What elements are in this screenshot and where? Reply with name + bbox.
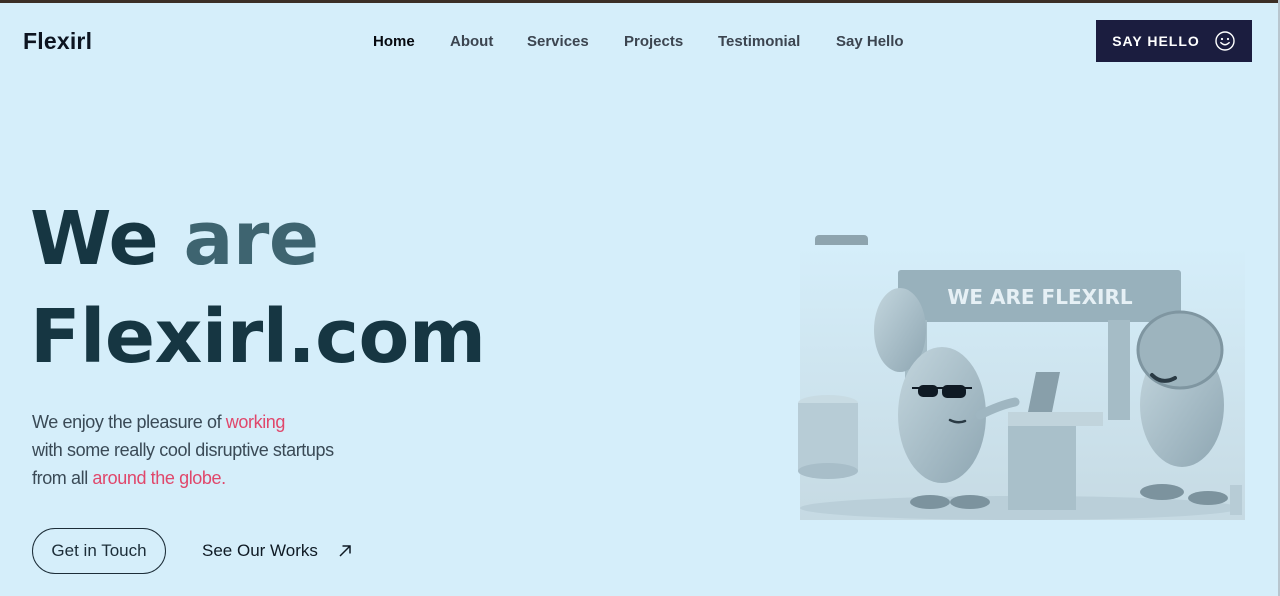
main-nav: Home About Services Projects Testimonial… bbox=[0, 33, 1280, 53]
desc-line1-text: We enjoy the pleasure of bbox=[32, 412, 226, 432]
nav-projects[interactable]: Projects bbox=[624, 33, 683, 50]
banner-text: WE ARE FLEXIRL bbox=[947, 285, 1133, 309]
desc-highlight-globe: around the globe. bbox=[92, 468, 226, 488]
hero-description: We enjoy the pleasure of working with so… bbox=[32, 408, 334, 492]
see-our-works-link[interactable]: See Our Works bbox=[202, 541, 352, 561]
desc-line3-text: from all bbox=[32, 468, 93, 488]
nav-about[interactable]: About bbox=[450, 33, 493, 50]
nav-home[interactable]: Home bbox=[373, 33, 415, 50]
hero-title-brand: Flexirl.com bbox=[30, 294, 486, 380]
desc-line2-text: with some really cool disruptive startup… bbox=[32, 440, 334, 460]
nav-services[interactable]: Services bbox=[527, 33, 589, 50]
say-hello-label: SAY HELLO bbox=[1112, 33, 1200, 49]
nav-say-hello[interactable]: Say Hello bbox=[836, 33, 904, 50]
hero-title-we: We bbox=[30, 196, 159, 282]
site-header: Flexirl Home About Services Projects Tes… bbox=[0, 3, 1280, 78]
arrow-up-right-icon bbox=[339, 545, 351, 557]
hero-title-are: are bbox=[183, 196, 319, 282]
see-our-works-label: See Our Works bbox=[202, 541, 318, 560]
smiley-icon bbox=[1215, 31, 1235, 51]
get-in-touch-button[interactable]: Get in Touch bbox=[32, 528, 166, 574]
nav-testimonial[interactable]: Testimonial bbox=[718, 33, 800, 50]
say-hello-button[interactable]: SAY HELLO bbox=[1096, 20, 1252, 62]
hero-title: We are Flexirl.com bbox=[30, 190, 486, 386]
desc-highlight-working: working bbox=[225, 412, 286, 432]
hero-illustration: WE ARE FLEXIRL bbox=[798, 245, 1245, 520]
